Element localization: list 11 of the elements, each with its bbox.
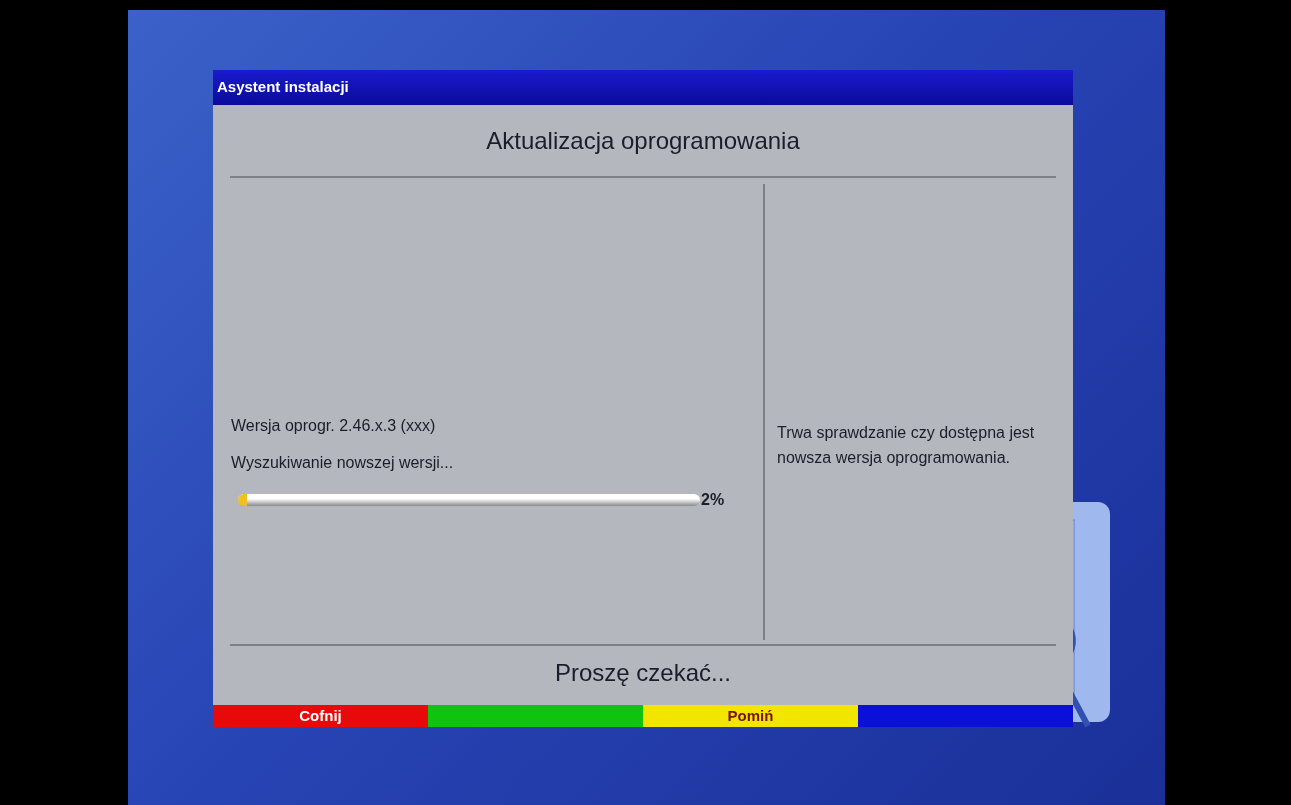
version-text: Wersja oprogr. 2.46.x.3 (xxx) [230,416,437,436]
progress-percent: 2% [701,490,725,510]
color-key-button[interactable]: Cofnij [213,705,428,727]
footer-message: Proszę czekać... [554,657,732,688]
window-title: Asystent instalacji [217,77,349,98]
heading: Aktualizacja oprogramowania [486,125,800,156]
search-status-text: Wyszukiwanie nowszej wersji... [230,453,455,473]
color-key-button[interactable] [428,705,643,727]
help-text: Trwa sprawdzanie czy dostępna jest nowsza wersja oprogramowania. [777,423,1036,468]
color-key-button[interactable] [858,705,1073,727]
color-key-button[interactable]: Pomiń [643,705,858,727]
